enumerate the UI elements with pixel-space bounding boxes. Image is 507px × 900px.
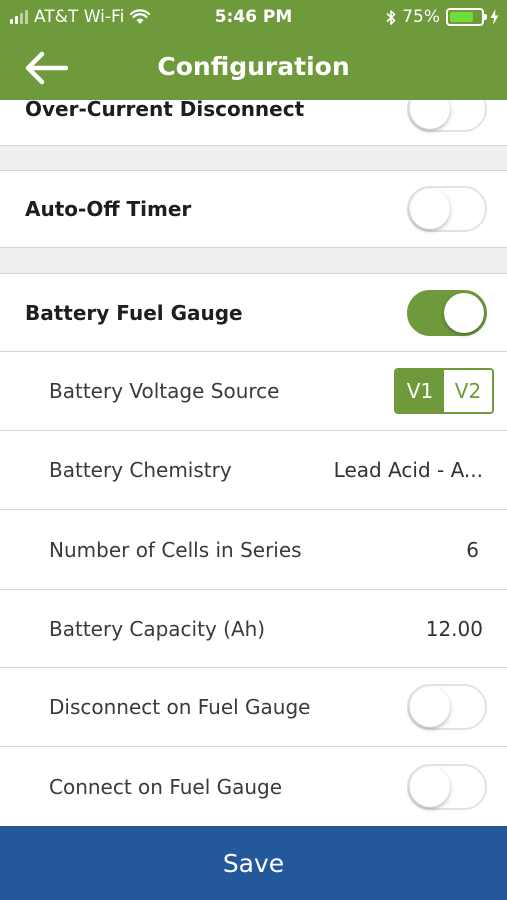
bluetooth-icon [386, 9, 396, 25]
auto-off-timer-toggle[interactable] [407, 186, 487, 232]
battery-chemistry-value: Lead Acid - A... [333, 458, 483, 482]
section-divider [0, 248, 507, 274]
setting-label: Battery Chemistry [49, 458, 232, 482]
setting-label: Battery Capacity (Ah) [49, 616, 266, 641]
setting-label: Battery Fuel Gauge [25, 300, 243, 325]
battery-fuel-gauge-toggle[interactable] [407, 289, 487, 336]
setting-label: Auto-Off Timer [25, 197, 192, 221]
toggle-knob [410, 189, 450, 229]
voltage-source-segmented-control: V1 V2 [394, 368, 494, 414]
setting-number-of-cells[interactable]: Number of Cells in Series 6 [0, 510, 507, 590]
settings-list: Over-Current Disconnect Auto-Off Timer B… [0, 100, 507, 826]
setting-battery-fuel-gauge: Battery Fuel Gauge [0, 274, 507, 352]
over-current-disconnect-toggle[interactable] [407, 100, 487, 132]
save-button[interactable]: Save [0, 826, 507, 900]
toggle-knob [410, 100, 450, 129]
status-right: 75% [386, 7, 499, 27]
toggle-knob [444, 292, 484, 333]
number-of-cells-value: 6 [466, 537, 479, 562]
status-bar: AT&T Wi-Fi 5:46 PM 75% [0, 0, 507, 36]
toggle-knob [410, 766, 450, 807]
battery-icon [446, 8, 487, 26]
setting-battery-chemistry[interactable]: Battery Chemistry Lead Acid - A... [0, 431, 507, 510]
setting-label: Connect on Fuel Gauge [49, 774, 283, 799]
setting-auto-off-timer: Auto-Off Timer [0, 171, 507, 248]
setting-battery-voltage-source: Battery Voltage Source V1 V2 [0, 352, 507, 431]
setting-label: Number of Cells in Series [49, 537, 302, 562]
setting-label: Over-Current Disconnect [25, 100, 305, 121]
setting-connect-on-fuel-gauge: Connect on Fuel Gauge [0, 747, 507, 826]
setting-label: Battery Voltage Source [49, 379, 280, 403]
battery-fill [450, 12, 473, 22]
page-title: Configuration [157, 52, 350, 81]
setting-disconnect-on-fuel-gauge: Disconnect on Fuel Gauge [0, 668, 507, 747]
battery-capacity-value: 12.00 [425, 616, 483, 641]
setting-label: Disconnect on Fuel Gauge [49, 695, 311, 719]
voltage-source-v2-option[interactable]: V2 [444, 370, 492, 412]
battery-percent: 75% [402, 7, 440, 27]
setting-battery-capacity[interactable]: Battery Capacity (Ah) 12.00 [0, 590, 507, 668]
voltage-source-v1-option[interactable]: V1 [396, 370, 444, 412]
disconnect-on-fuel-gauge-toggle[interactable] [407, 684, 487, 730]
section-divider [0, 146, 507, 171]
app-header: Configuration [0, 36, 507, 100]
charging-bolt-icon [490, 9, 499, 25]
connect-on-fuel-gauge-toggle[interactable] [407, 763, 487, 810]
toggle-knob [410, 687, 450, 727]
setting-over-current-disconnect: Over-Current Disconnect [0, 100, 507, 146]
